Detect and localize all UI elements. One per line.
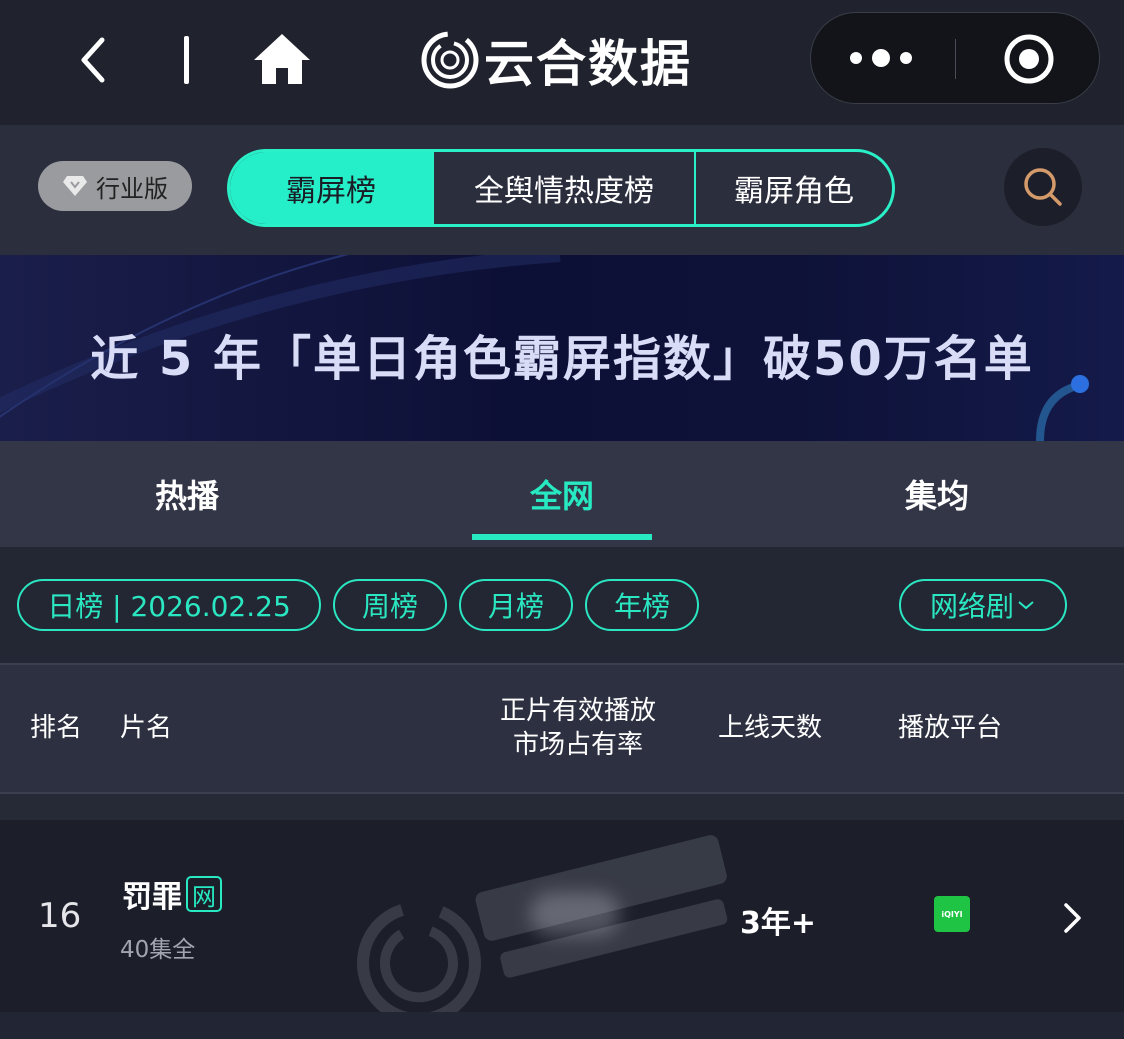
edition-button[interactable]: 行业版 [38, 161, 192, 211]
brand: 云合数据 [420, 28, 692, 93]
back-icon[interactable] [70, 30, 116, 90]
mini-program-capsule [810, 12, 1100, 104]
ranking-nav: 行业版 霸屏榜 全舆情热度榜 霸屏角色 [0, 125, 1124, 255]
chevron-down-icon [1018, 601, 1034, 610]
daily-chart-chip[interactable]: 日榜 | 2026.02.25 [17, 579, 321, 631]
row-episodes: 40集全 [120, 937, 196, 963]
row-rank: 16 [38, 896, 82, 936]
scope-tabs: 热播 全网 集均 [0, 441, 1124, 547]
row-title: 罚罪 网 [122, 872, 222, 916]
header-rank: 排名 [30, 713, 83, 743]
row-days-online: 3年+ [740, 906, 817, 941]
table-row[interactable]: 16 罚罪 网 40集全 3年+ iQIYI [0, 820, 1124, 1012]
monthly-chart-chip[interactable]: 月榜 [459, 579, 573, 631]
search-icon [1024, 168, 1062, 206]
edition-label: 行业版 [96, 174, 168, 203]
tab-hot[interactable]: 热播 [0, 441, 374, 547]
row-title-text: 罚罪 [122, 880, 182, 915]
table-spacer [0, 794, 1124, 820]
category-dropdown[interactable]: 网络剧 [899, 579, 1067, 631]
tab-all-network[interactable]: 全网 [374, 441, 750, 547]
header-market-share-line1: 正片有效播放 [499, 696, 656, 726]
period-filters: 日榜 | 2026.02.25 周榜 月榜 年榜 网络剧 [0, 547, 1124, 663]
header-title: 片名 [120, 713, 173, 743]
capsule-divider [955, 39, 956, 79]
table-header: 排名 片名 正片有效播放 市场占有率 上线天数 播放平台 [0, 663, 1124, 794]
chevron-right-icon[interactable] [1060, 900, 1086, 936]
promo-banner[interactable]: 近 5 年「单日角色霸屏指数」破50万名单 [0, 255, 1124, 441]
close-circle-icon[interactable] [1001, 31, 1057, 87]
yearly-chart-chip[interactable]: 年榜 [585, 579, 699, 631]
more-dots-icon[interactable] [841, 35, 921, 81]
divider [184, 36, 189, 84]
header-platform: 播放平台 [898, 713, 1003, 743]
title-bar: 云合数据 [0, 0, 1124, 125]
segment-public-opinion[interactable]: 全舆情热度榜 [432, 152, 694, 224]
search-button[interactable] [1004, 148, 1082, 226]
market-share-blurred [530, 892, 620, 936]
home-icon[interactable] [252, 30, 312, 88]
header-days-online: 上线天数 [718, 713, 823, 743]
next-row-peek [0, 1012, 1124, 1039]
diamond-icon [63, 176, 87, 196]
iqiyi-icon[interactable]: iQIYI [934, 896, 970, 932]
banner-headline: 近 5 年「单日角色霸屏指数」破50万名单 [90, 331, 1034, 387]
header-market-share: 正片有效播放 市场占有率 [478, 694, 678, 762]
brand-logo-icon [421, 31, 479, 89]
segment-screen-ranking[interactable]: 霸屏榜 [230, 152, 432, 224]
web-series-badge: 网 [186, 876, 222, 912]
segment-screen-roles[interactable]: 霸屏角色 [694, 152, 892, 224]
ranking-segment: 霸屏榜 全舆情热度榜 霸屏角色 [227, 149, 895, 227]
category-label: 网络剧 [929, 590, 1014, 623]
weekly-chart-chip[interactable]: 周榜 [333, 579, 447, 631]
tab-episode-average[interactable]: 集均 [750, 441, 1124, 547]
header-market-share-line2: 市场占有率 [512, 730, 643, 760]
brand-name: 云合数据 [484, 35, 692, 93]
active-tab-indicator [472, 534, 652, 540]
